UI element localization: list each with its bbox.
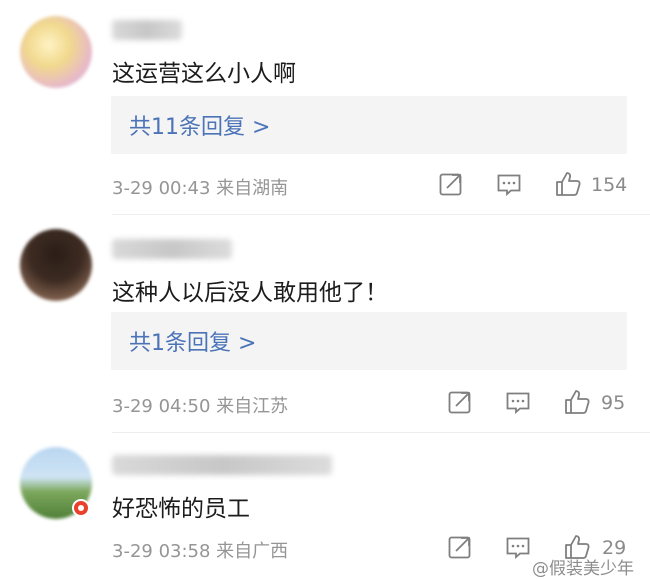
comment-item: 这种人以后没人敢用他了！ 共1条回复 > 3-29 04:50 来自江苏 95 <box>0 215 650 433</box>
reply-count-label: 共1条回复 > <box>129 331 257 356</box>
share-icon[interactable] <box>438 171 464 197</box>
like-count: 154 <box>591 174 628 196</box>
like-icon[interactable] <box>563 388 591 416</box>
comment-icon[interactable] <box>505 535 531 561</box>
comment-text: 这种人以后没人敢用他了！ <box>112 280 388 306</box>
username-blurred[interactable] <box>112 239 232 259</box>
comment-text: 这运营这么小人啊 <box>112 61 296 87</box>
like-icon[interactable] <box>554 170 582 198</box>
like-count: 95 <box>601 392 626 414</box>
comment-text: 好恐怖的员工 <box>112 496 250 522</box>
username-blurred[interactable] <box>112 455 332 475</box>
share-icon[interactable] <box>447 389 473 415</box>
comment-icon[interactable] <box>505 390 531 416</box>
username-blurred[interactable] <box>112 20 182 40</box>
avatar[interactable] <box>20 16 92 88</box>
avatar[interactable] <box>20 229 92 301</box>
comment-item: 这运营这么小人啊 共11条回复 > 3-29 00:43 来自湖南 154 <box>0 0 650 215</box>
reply-count-button[interactable]: 共11条回复 > <box>111 96 627 154</box>
verified-badge-icon <box>72 499 90 517</box>
share-icon[interactable] <box>447 534 473 560</box>
comment-meta: 3-29 04:50 来自江苏 <box>112 396 289 417</box>
comment-meta: 3-29 00:43 来自湖南 <box>112 178 289 199</box>
comment-icon[interactable] <box>496 172 522 198</box>
comment-meta: 3-29 03:58 来自广西 <box>112 541 289 562</box>
reply-count-label: 共11条回复 > <box>129 115 271 140</box>
watermark: @假装美少年 <box>532 559 634 579</box>
reply-count-button[interactable]: 共1条回复 > <box>111 312 627 370</box>
